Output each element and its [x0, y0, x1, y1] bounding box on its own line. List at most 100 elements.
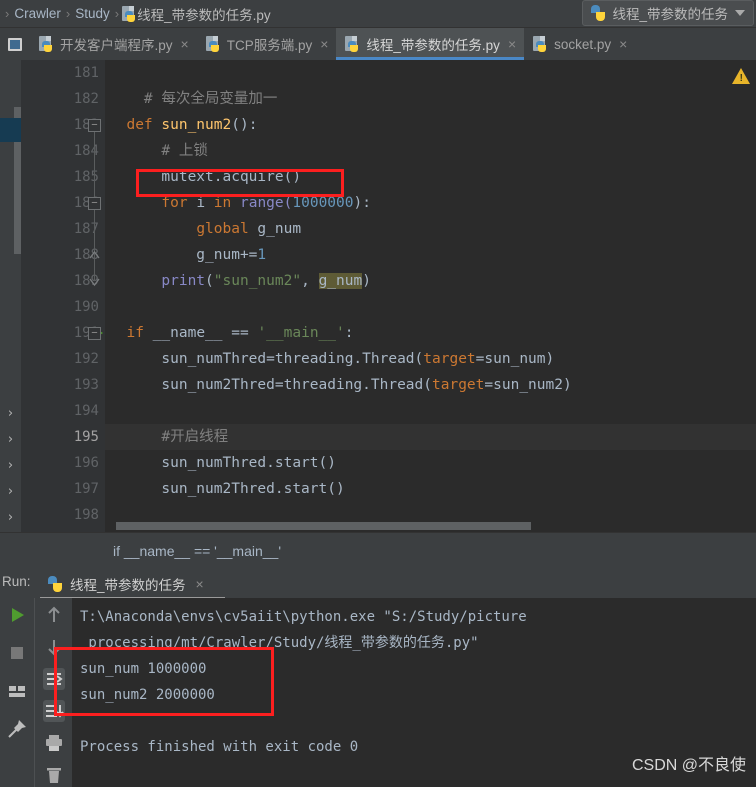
code-token: =sun_num2) — [484, 377, 572, 393]
code-line[interactable]: sun_numThred.start() — [105, 450, 756, 476]
code-token: for — [161, 195, 197, 211]
stop-icon[interactable] — [6, 642, 28, 664]
run-tab-label: 线程_带参数的任务 — [70, 578, 186, 593]
breadcrumb-separator-0: › — [5, 6, 10, 21]
code-token: sun_numThred.start() — [109, 455, 336, 471]
code-token: += — [239, 247, 258, 263]
breadcrumb-item-crawler[interactable]: Crawler — [12, 6, 63, 21]
code-token: "sun_num2" — [213, 273, 302, 289]
tab-thread-with-args[interactable]: 线程_带参数的任务.py × — [336, 28, 525, 60]
chevron-right-icon[interactable]: › — [0, 478, 21, 504]
console-line: T:\Anaconda\envs\cv5aiit\python.exe "S:/… — [80, 609, 527, 625]
code-token: in — [213, 195, 240, 211]
code-line[interactable] — [105, 60, 756, 86]
code-token: , — [301, 273, 319, 289]
code-editor[interactable]: › › › › › › 1811821831841851861871881891… — [0, 60, 756, 551]
code-line[interactable]: def sun_num2(): — [105, 112, 756, 138]
code-line[interactable]: # 上锁 — [105, 138, 756, 164]
code-line[interactable]: sun_numThred=threading.Thread(target=sun… — [105, 346, 756, 372]
code-line[interactable]: for i in range(1000000): — [105, 190, 756, 216]
scroll-up-icon[interactable] — [43, 604, 65, 626]
python-file-icon — [205, 36, 221, 52]
chevron-right-icon[interactable]: › — [0, 400, 21, 426]
chevron-right-icon[interactable]: › — [0, 504, 21, 530]
code-line[interactable]: #开启线程 — [105, 424, 756, 450]
code-line[interactable]: if __name__ == '__main__': — [105, 320, 756, 346]
breadcrumb-item-file[interactable]: 线程_带参数的任务.py — [137, 4, 271, 24]
python-file-icon — [122, 5, 137, 22]
close-icon[interactable]: × — [508, 37, 516, 51]
run-icon[interactable] — [6, 604, 28, 626]
code-line[interactable]: sun_num2Thred.start() — [105, 476, 756, 502]
code-line[interactable]: # 每次全局变量加一 — [105, 86, 756, 112]
breadcrumb-item-study[interactable]: Study — [73, 6, 112, 21]
run-label: Run: — [2, 574, 31, 589]
scroll-down-icon[interactable] — [43, 636, 65, 658]
watermark-text: CSDN @不良使 — [631, 757, 746, 774]
chevron-right-icon[interactable]: › — [0, 452, 21, 478]
code-token: target — [423, 351, 476, 367]
run-configuration-selector[interactable]: 线程_带参数的任务 — [582, 0, 754, 26]
code-line[interactable]: mutext.acquire() — [105, 164, 756, 190]
warning-exclamation: ! — [739, 73, 743, 84]
close-icon[interactable]: × — [320, 37, 328, 51]
code-line[interactable]: global g_num — [105, 216, 756, 242]
console-line: sun_num2 2000000 — [80, 687, 215, 703]
python-icon — [46, 575, 64, 593]
window-icon — [8, 37, 22, 51]
code-token: target — [432, 377, 485, 393]
soft-wrap-icon[interactable] — [42, 668, 65, 690]
tab-tcp-server[interactable]: TCP服务端.py × — [196, 28, 337, 60]
code-line[interactable] — [105, 294, 756, 320]
console-line: sun_num 1000000 — [80, 661, 207, 677]
code-token: if — [126, 325, 153, 341]
code-token: g_num — [109, 247, 240, 263]
code-token: =sun_num) — [475, 351, 555, 367]
tab-socket[interactable]: socket.py × — [524, 28, 636, 60]
code-folding-column[interactable]: − − − — [84, 60, 105, 532]
code-token: range( — [239, 195, 293, 211]
code-token: sun_num2Thred.start() — [109, 481, 345, 497]
close-icon[interactable]: × — [181, 37, 189, 51]
fold-collapse-icon[interactable]: − — [88, 197, 101, 210]
run-toolbar-primary — [0, 598, 33, 787]
code-line[interactable]: g_num+=1 — [105, 242, 756, 268]
tab-label: socket.py — [554, 36, 612, 52]
pin-icon[interactable] — [6, 718, 28, 740]
code-token: print — [161, 273, 206, 289]
code-line[interactable]: print("sun_num2", g_num) — [105, 268, 756, 294]
fold-end-icon[interactable] — [88, 275, 101, 288]
chevron-down-icon — [735, 10, 745, 16]
code-line[interactable]: sun_num2Thred=threading.Thread(target=su… — [105, 372, 756, 398]
trash-icon[interactable] — [43, 764, 65, 786]
code-token: : — [344, 325, 354, 341]
python-file-icon — [533, 36, 548, 52]
tab-kaifa-kehuduan[interactable]: 开发客户端程序.py × — [30, 28, 197, 60]
close-icon[interactable]: × — [619, 37, 627, 51]
code-token: sun_numThred=threading.Thread( — [109, 351, 424, 367]
code-line[interactable] — [105, 398, 756, 424]
fold-end-icon[interactable] — [88, 249, 101, 262]
tab-label: TCP服务端.py — [226, 38, 313, 53]
chevron-right-icon[interactable]: › — [0, 426, 21, 452]
horizontal-scrollbar[interactable] — [116, 522, 531, 530]
fold-collapse-icon[interactable]: − — [88, 327, 101, 340]
code-token: mutext.acquire() — [109, 169, 302, 185]
code-token: global — [196, 221, 258, 237]
project-toggle-button[interactable] — [0, 28, 30, 60]
close-icon[interactable]: × — [196, 576, 204, 592]
run-tab-thread-with-args[interactable]: 线程_带参数的任务 × — [40, 571, 210, 597]
print-icon[interactable] — [43, 732, 65, 754]
code-token: == — [231, 325, 258, 341]
fold-collapse-icon[interactable]: − — [88, 119, 101, 132]
code-token: def — [126, 117, 162, 133]
code-text-area[interactable]: # 每次全局变量加一 def sun_num2(): # 上锁 mutext.a… — [105, 60, 756, 532]
structure-path: if __name__ == '__main__' — [113, 542, 282, 559]
scroll-to-end-icon[interactable] — [42, 700, 65, 722]
tab-label: 开发客户端程序.py — [60, 38, 173, 53]
code-token: # 每次全局变量加一 — [109, 91, 278, 107]
layout-icon[interactable] — [6, 680, 28, 702]
